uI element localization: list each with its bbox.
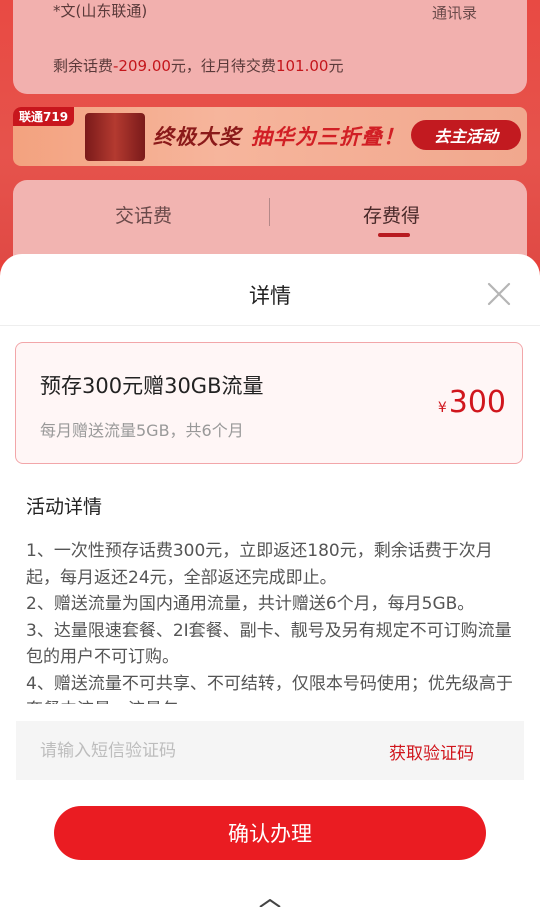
promo-banner[interactable]: 联通719 终极大奖 抽华为三折叠！ 去主活动 [13,107,527,166]
offer-card[interactable]: 预存300元赠30GB流量 每月赠送流量5GB，共6个月 ¥300 [15,342,523,464]
offer-subtitle: 每月赠送流量5GB，共6个月 [40,421,244,440]
close-icon [487,282,511,306]
details-sheet: 详情 预存300元赠30GB流量 每月赠送流量5GB，共6个月 ¥300 活动详… [0,254,540,907]
close-button[interactable] [484,279,514,309]
offer-price: ¥300 [438,385,506,420]
get-code-button[interactable]: 获取验证码 [389,739,474,764]
home-indicator-icon [259,899,281,907]
balance-label: 剩余话费 [53,57,114,75]
confirm-button[interactable]: 确认办理 [54,806,486,860]
due-value: 101.00 [275,57,329,75]
detail-item: 2、赠送流量为国内通用流量，共计赠送6个月，每月5GB。 [26,594,475,614]
balance-middle: 元，往月待交费 [170,57,276,75]
sms-code-input[interactable] [40,721,340,780]
activity-details[interactable]: 1、一次性预存话费300元，立即返还180元，剩余话费于次月起，每月返还24元，… [26,538,522,704]
banner-headline: 终极大奖 抽华为三折叠！ [153,121,405,151]
balance-line: 剩余话费-209.00元，往月待交费101.00元 [53,55,343,76]
tab-divider [269,198,270,226]
price-amount: 300 [448,385,506,420]
active-tab-indicator [378,233,410,237]
tab-deposit[interactable]: 存费得 [363,201,420,228]
section-heading: 活动详情 [26,496,103,518]
banner-badge: 联通719 [13,107,75,126]
balance-suffix: 元 [328,57,344,75]
banner-headline-1: 终极大奖 [153,125,241,149]
offer-title: 预存300元赠30GB流量 [40,374,264,398]
account-name: *文(山东联通) [53,2,148,20]
balance-value: -209.00 [113,57,171,75]
account-card: *文(山东联通) 通讯录 剩余话费-209.00元，往月待交费101.00元 [13,0,527,94]
tab-recharge[interactable]: 交话费 [115,201,172,228]
detail-item: 3、达量限速套餐、2I套餐、副卡、靓号及另有规定不可订购流量包的用户不可订购。 [26,620,512,668]
detail-item: 1、一次性预存话费300元，立即返还180元，剩余话费于次月起，每月返还24元，… [26,541,493,588]
sheet-divider [0,325,540,326]
contacts-link[interactable]: 通讯录 [432,2,477,23]
banner-headline-2: 抽华为三折叠！ [251,125,405,149]
phone-image [85,113,145,161]
banner-cta-button[interactable]: 去主活动 [411,120,521,150]
sheet-title: 详情 [249,284,291,308]
detail-item: 4、赠送流量不可共享、不可结转，仅限本号码使用；优先级高于套餐内流量、流量包。 [26,673,513,705]
sms-code-row: 获取验证码 [16,721,524,780]
currency-symbol: ¥ [437,400,447,416]
